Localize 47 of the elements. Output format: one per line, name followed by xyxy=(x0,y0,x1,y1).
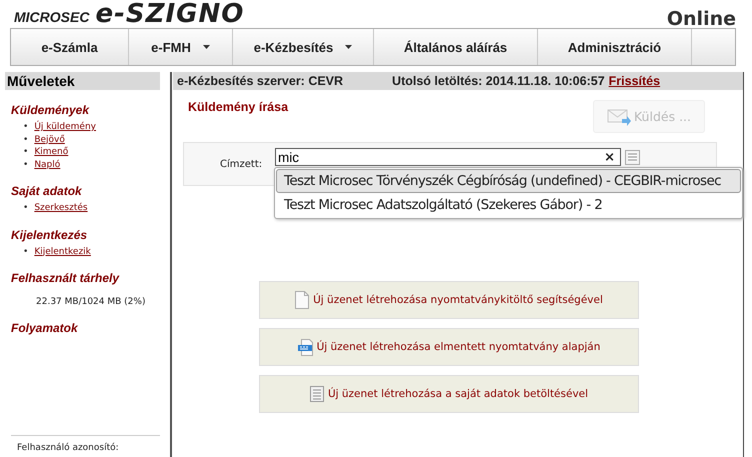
last-download-label: Utolsó letöltés: 2014.11.18. 10:06:57 xyxy=(392,74,605,88)
bullet: • xyxy=(23,146,28,158)
suggestion-item[interactable]: Teszt Microsec Törvényszék Cégbíróság (undefined) - CEGBIR-microsec xyxy=(276,169,741,193)
bullet: • xyxy=(23,246,28,258)
logo-title: e-SZIGNO xyxy=(95,0,244,28)
sidebar-header: Műveletek xyxy=(5,72,160,90)
nav-tab[interactable]: Adminisztráció xyxy=(538,29,692,65)
recipient-field[interactable]: mic × xyxy=(275,148,621,166)
sidebar-link[interactable]: Kijelentkezik xyxy=(34,246,91,258)
section-title: Saját adatok xyxy=(11,184,83,198)
bullet: • xyxy=(23,134,28,146)
envelope-icon xyxy=(606,106,632,126)
suggestion-item[interactable]: Teszt Microsec Adatszolgáltató (Szekeres Gábor) - 2 xyxy=(276,193,741,217)
nav-tab[interactable]: e-FMH xyxy=(129,29,233,65)
bullet: • xyxy=(23,202,28,214)
sidebar-link[interactable]: Napló xyxy=(34,158,60,171)
status-label: Online xyxy=(666,8,736,30)
user-id-label: Felhasználó azonosító: xyxy=(17,443,119,453)
document-icon xyxy=(295,291,310,309)
list-icon xyxy=(310,386,324,402)
caret-icon xyxy=(202,45,210,49)
server-label: e-Kézbesítés szerver: CEVR xyxy=(177,74,344,88)
bullet: • xyxy=(23,158,28,171)
create-message-button[interactable]: Új üzenet létrehozása nyomtatványkitöltő segítségével xyxy=(259,281,639,319)
section-title: Kijelentkezés xyxy=(11,228,88,242)
sidebar-link[interactable]: Új küldemény xyxy=(34,121,96,134)
recipient-label: Címzett: xyxy=(220,158,264,170)
xml-file-icon xyxy=(298,338,313,356)
clear-button[interactable]: × xyxy=(599,150,620,164)
sidebar-link[interactable]: Kimenő xyxy=(34,146,68,158)
create-message-button[interactable]: Új üzenet létrehozása a saját adatok betöltésével xyxy=(259,375,639,413)
section-title: Küldemények xyxy=(11,103,90,117)
caret-icon xyxy=(345,45,352,49)
nav-tab[interactable]: e-Kézbesítés xyxy=(233,29,374,65)
create-message-button[interactable]: Új üzenet létrehozása elmentett nyomtatvány alapján xyxy=(259,328,639,366)
section-title: Felhasznált tárhely xyxy=(11,271,120,285)
sidebar-link[interactable]: Szerkesztés xyxy=(34,202,88,214)
storage-usage: 22.37 MB/1024 MB (2%) xyxy=(36,297,146,307)
sidebar-link[interactable]: Bejövő xyxy=(34,134,65,146)
logo-text: MICROSEC xyxy=(14,9,90,25)
list-icon[interactable] xyxy=(625,150,640,164)
nav-tab[interactable]: Általános aláírás xyxy=(374,29,538,65)
refresh-link[interactable]: Frissítés xyxy=(608,74,660,88)
section-title: Folyamatok xyxy=(11,321,79,335)
page-title: Küldemény írása xyxy=(188,100,288,116)
nav-tab[interactable]: e-Számla xyxy=(11,29,129,65)
bullet: • xyxy=(23,121,28,134)
